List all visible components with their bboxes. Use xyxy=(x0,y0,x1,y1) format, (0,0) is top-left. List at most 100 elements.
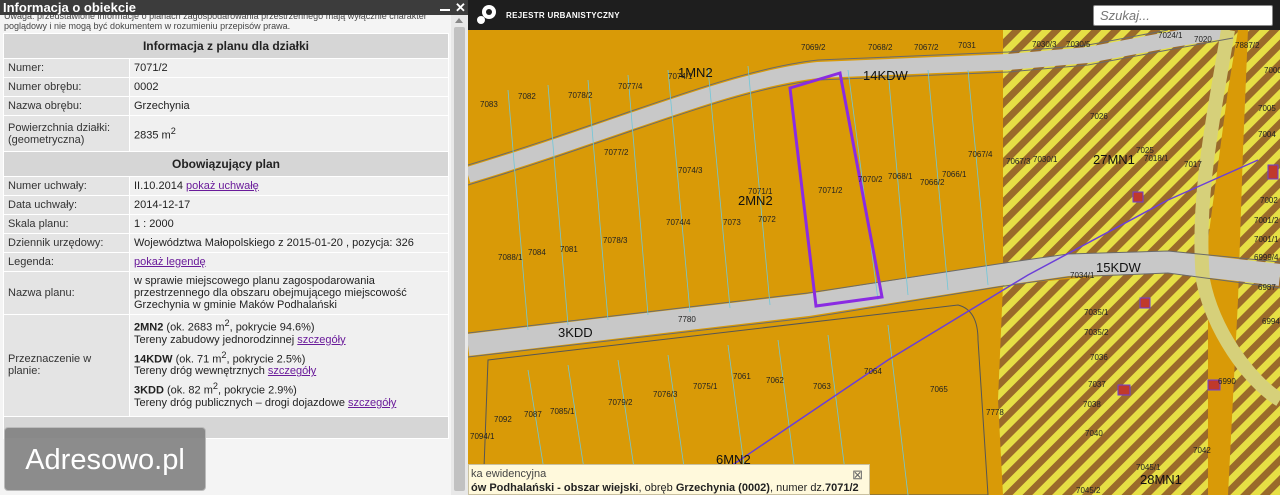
table-row: Numer: 7071/2 xyxy=(3,58,449,78)
parcel-label: 7017 xyxy=(1184,160,1202,169)
parcel-label: 7004 xyxy=(1258,130,1276,139)
row-label: Numer uchwały: xyxy=(3,176,130,196)
parcel-label: 7074/3 xyxy=(678,166,703,175)
row-value: Grzechynia xyxy=(129,96,449,116)
parcel-label: 7073 xyxy=(723,218,741,227)
parcel-label: 7067/3 xyxy=(1006,157,1031,166)
parcel-label: 7045/1 xyxy=(1136,463,1161,472)
popup-commune: ów Podhalański - obszar wiejski xyxy=(471,482,639,494)
parcel-label: 6999/4 xyxy=(1254,253,1279,262)
disclaimer-notice: Uwaga: przedstawione informacje o planac… xyxy=(4,15,427,31)
parcel-label: 7066/2 xyxy=(920,178,945,187)
parcel-label: 7034/1 xyxy=(1070,271,1095,280)
row-label: Nazwa planu: xyxy=(3,271,130,315)
parcel-label: 7076/3 xyxy=(653,390,678,399)
purpose-code: 2MN2 xyxy=(134,321,164,334)
parcel-label: 7082 xyxy=(518,92,536,101)
parcel-label: 7067/2 xyxy=(914,43,939,52)
parcel-label: 7078/2 xyxy=(568,91,593,100)
parcel-label: 7030/5 xyxy=(1066,40,1091,49)
parcel-label: 7040 xyxy=(1085,429,1103,438)
parcel-label: 7092 xyxy=(494,415,512,424)
parcel-label: 7077/2 xyxy=(604,148,629,157)
table-row: Dziennik urzędowy: Województwa Małopolski… xyxy=(3,233,449,253)
details-link[interactable]: szczegóły xyxy=(268,365,316,377)
search-input[interactable] xyxy=(1094,6,1272,25)
parcel-label: 7072 xyxy=(758,215,776,224)
table-row: Data uchwały: 2014-12-17 xyxy=(3,195,449,215)
parcel-label: 7074/4 xyxy=(666,218,691,227)
parcel-label: 7063 xyxy=(813,382,831,391)
details-link[interactable]: szczegóły xyxy=(348,397,396,409)
watermark-logo: Adresowo.pl xyxy=(4,427,206,491)
parcel-label: 7069/2 xyxy=(801,43,826,52)
parcel-label: 7078/3 xyxy=(603,236,628,245)
parcel-label: 7085/1 xyxy=(550,407,575,416)
parcel-label: 7087 xyxy=(524,410,542,419)
parcel-label: 7065 xyxy=(930,385,948,394)
row-value: pokaż legendę xyxy=(129,252,449,272)
scroll-thumb[interactable] xyxy=(454,27,465,491)
table-row: Powierzchnia działki: (geometryczna) 2835… xyxy=(3,115,449,152)
registry-name: REJESTR URBANISTYCZNY xyxy=(506,10,620,20)
parcel-label: 7000 xyxy=(1264,66,1280,75)
row-value: 2014-12-17 xyxy=(129,195,449,215)
row-label: Data uchwały: xyxy=(3,195,130,215)
close-icon[interactable]: ⊠ xyxy=(852,467,863,483)
panel-header: Informacja o obiekcie ✕ xyxy=(0,0,468,15)
purpose-area: (ok. 2683 m xyxy=(163,321,225,334)
purpose-desc: Tereny dróg publicznych – drogi dojazdow… xyxy=(134,396,349,409)
zone-label-3kdd: 3KDD xyxy=(558,325,593,340)
parcel-label: 7088/1 xyxy=(498,253,523,262)
parcel-label: 7074/1 xyxy=(668,72,693,81)
parcel-label: 7067/4 xyxy=(968,150,993,159)
parcel-label: 7031 xyxy=(958,41,976,50)
purposes-cell: 2MN2 (ok. 2683 m2, pokrycie 94.6%) Teren… xyxy=(129,314,449,417)
row-value: II.10.2014 pokaż uchwałę xyxy=(129,176,449,196)
purpose-entry: 14KDW (ok. 71 m2, pokrycie 2.5%) Tereny … xyxy=(134,350,444,378)
scroll-up-arrow-icon[interactable] xyxy=(455,18,463,23)
show-legend-link[interactable]: pokaż legendę xyxy=(134,256,206,268)
table-row: Numer obrębu: 0002 xyxy=(3,77,449,97)
panel-body: Uwaga: przedstawione informacje o planac… xyxy=(0,15,451,495)
purpose-desc: Tereny dróg wewnętrznych xyxy=(134,365,268,378)
parcel-label: 7024/1 xyxy=(1158,31,1183,40)
row-label: Numer: xyxy=(3,58,130,78)
plan-map[interactable]: 1MN2 14KDW 2MN2 27MN1 15KDW 3KDD 6MN2 28… xyxy=(468,0,1280,495)
show-resolution-link[interactable]: pokaż uchwałę xyxy=(186,180,259,192)
details-link[interactable]: szczegóły xyxy=(297,334,345,346)
table-row: Skala planu: 1 : 2000 xyxy=(3,214,449,234)
parcel-label: 7020 xyxy=(1194,35,1212,44)
row-value: 1 : 2000 xyxy=(129,214,449,234)
panel-scrollbar[interactable] xyxy=(451,15,468,495)
row-label: Powierzchnia działki: (geometryczna) xyxy=(3,115,130,152)
parcel-label: 7068/1 xyxy=(888,172,913,181)
parcel-label: 7018/1 xyxy=(1144,154,1169,163)
parcel-label: 7887/2 xyxy=(1235,41,1260,50)
parcel-label: 7071/1 xyxy=(748,187,773,196)
info-panel: Informacja o obiekcie ✕ Uwaga: przedstaw… xyxy=(0,0,468,495)
area-value: 2835 m xyxy=(134,129,171,142)
parcel-label: 7079/2 xyxy=(608,398,633,407)
parcel-label: 7083 xyxy=(480,100,498,109)
row-value: Województwa Małopolskiego z 2015-01-20 ,… xyxy=(129,233,449,253)
parcel-label: 7026 xyxy=(1090,112,1108,121)
popup-sep2: , numer dz. xyxy=(769,482,825,494)
popup-description: ów Podhalański - obszar wiejski, obręb G… xyxy=(471,482,859,494)
row-label: Przeznaczenie w planie: xyxy=(3,314,130,417)
purpose-desc: Tereny zabudowy jednorodzinnej xyxy=(134,333,298,346)
zone-label-27mn1: 27MN1 xyxy=(1093,152,1135,167)
purpose-area: (ok. 71 m xyxy=(172,353,222,366)
row-label: Numer obrębu: xyxy=(3,77,130,97)
parcel-label: 7075/1 xyxy=(693,382,718,391)
parcel-label: 7030/1 xyxy=(1033,155,1058,164)
panel-title: Informacja o obiekcie xyxy=(3,0,136,15)
parcel-label: 7036 xyxy=(1090,353,1108,362)
parcel-label: 7070/2 xyxy=(858,175,883,184)
close-icon[interactable]: ✕ xyxy=(455,1,466,14)
search-box[interactable] xyxy=(1093,5,1273,26)
minimize-icon[interactable] xyxy=(440,2,450,12)
purpose-code: 14KDW xyxy=(134,353,173,366)
purpose-entry: 3KDD (ok. 82 m2, pokrycie 2.9%) Tereny d… xyxy=(134,381,444,409)
registry-logo[interactable]: REJESTR URBANISTYCZNY xyxy=(476,4,620,26)
